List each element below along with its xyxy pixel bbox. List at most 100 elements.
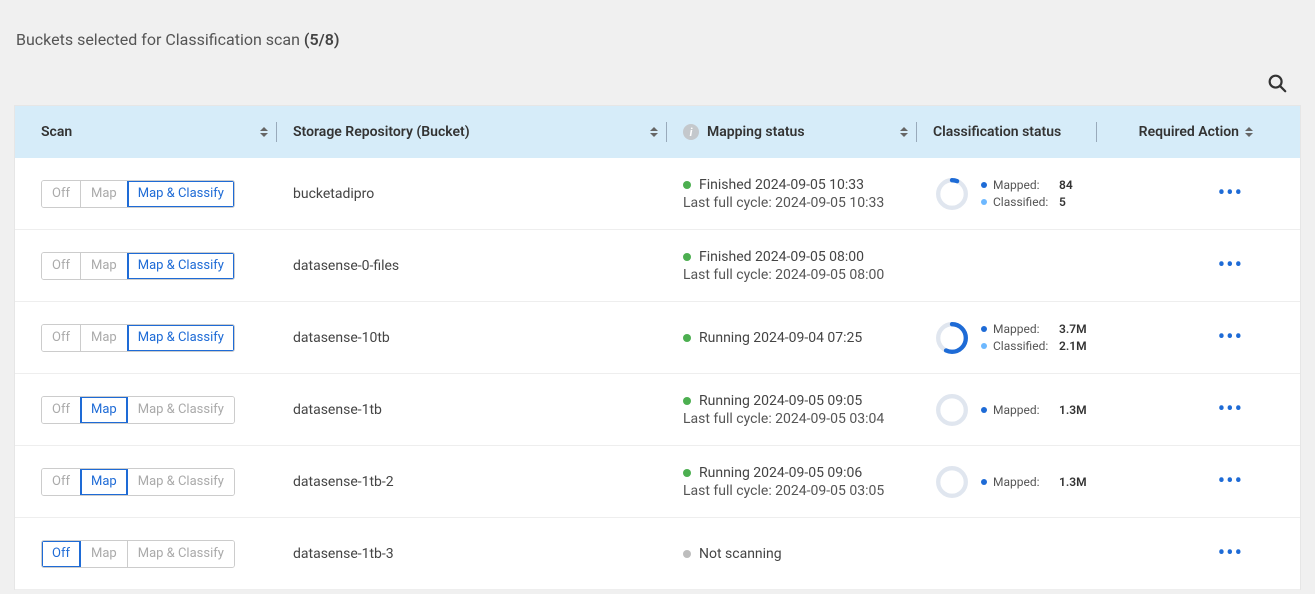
scan-mode-map_classify[interactable]: Map & Classify <box>128 325 234 351</box>
scan-mode-off[interactable]: Off <box>42 397 81 423</box>
th-scan-label: Scan <box>41 124 72 140</box>
bucket-name: datasense-10tb <box>293 330 390 346</box>
scan-mode-off[interactable]: Off <box>42 181 81 207</box>
cell-mapping-status: Not scanning <box>675 546 925 562</box>
last-full-cycle: Last full cycle: 2024-09-05 10:33 <box>683 195 884 211</box>
more-actions-button[interactable]: ••• <box>1214 179 1247 209</box>
th-scan[interactable]: Scan <box>15 106 285 158</box>
dot-icon <box>981 199 987 205</box>
scan-mode-off[interactable]: Off <box>42 469 81 495</box>
info-icon[interactable]: i <box>683 124 699 140</box>
scan-mode-map[interactable]: Map <box>81 181 128 207</box>
sort-icon[interactable] <box>650 125 658 139</box>
scan-mode-map[interactable]: Map <box>81 253 128 279</box>
cell-scan: OffMapMap & Classify <box>15 468 285 496</box>
bucket-name: datasense-1tb-2 <box>293 474 394 490</box>
mapping-status-line: Running 2024-09-05 09:06 <box>683 465 884 481</box>
classification-cell: Mapped: 84 Classified: 5 <box>933 175 1073 213</box>
dot-icon <box>981 182 987 188</box>
cell-required-action: ••• <box>1105 467 1265 497</box>
cell-scan: OffMapMap & Classify <box>15 252 285 280</box>
stat-mapped: Mapped: 1.3M <box>981 403 1087 417</box>
dot-icon <box>981 479 987 485</box>
scan-mode-map_classify[interactable]: Map & Classify <box>128 541 234 567</box>
th-required-action[interactable]: Required Action <box>1105 106 1265 158</box>
dot-icon <box>981 326 987 332</box>
th-mapping-label: Mapping status <box>707 124 805 140</box>
scan-mode-map_classify[interactable]: Map & Classify <box>128 253 234 279</box>
last-full-cycle: Last full cycle: 2024-09-05 03:04 <box>683 411 884 427</box>
table-row: OffMapMap & Classify datasense-10tb Runn… <box>15 302 1300 374</box>
scan-mode-map[interactable]: Map <box>81 325 128 351</box>
table-row: OffMapMap & Classify datasense-1tb-2 Run… <box>15 446 1300 518</box>
th-repo[interactable]: Storage Repository (Bucket) <box>285 106 675 158</box>
more-actions-button[interactable]: ••• <box>1214 539 1247 569</box>
buckets-table: Scan Storage Repository (Bucket) i Mappi… <box>14 105 1301 590</box>
stat-value: 2.1M <box>1059 339 1087 353</box>
cell-required-action: ••• <box>1105 251 1265 281</box>
more-actions-button[interactable]: ••• <box>1214 395 1247 425</box>
sort-icon[interactable] <box>900 125 908 139</box>
mapping-status-text: Running 2024-09-04 07:25 <box>699 330 862 346</box>
scan-mode-map_classify[interactable]: Map & Classify <box>128 397 234 423</box>
scan-mode-map_classify[interactable]: Map & Classify <box>128 469 234 495</box>
scan-mode-segmented: OffMapMap & Classify <box>41 324 235 352</box>
dot-icon <box>981 343 987 349</box>
more-actions-button[interactable]: ••• <box>1214 467 1247 497</box>
scan-mode-segmented: OffMapMap & Classify <box>41 540 235 568</box>
scan-mode-off[interactable]: Off <box>42 325 81 351</box>
th-mapping-status[interactable]: i Mapping status <box>675 106 925 158</box>
stat-classified: Classified: 5 <box>981 195 1073 209</box>
stat-value: 84 <box>1059 178 1073 192</box>
status-dot <box>683 334 691 342</box>
mapping-status-text: Running 2024-09-05 09:06 <box>699 465 862 481</box>
cell-classification-status: Mapped: 84 Classified: 5 <box>925 175 1105 213</box>
bucket-name: datasense-1tb-3 <box>293 546 394 562</box>
scan-mode-segmented: OffMapMap & Classify <box>41 252 235 280</box>
more-actions-button[interactable]: ••• <box>1214 323 1247 353</box>
cell-classification-status: Mapped: 1.3M <box>925 391 1105 429</box>
table-row: OffMapMap & Classify datasense-0-files F… <box>15 230 1300 302</box>
scan-mode-off[interactable]: Off <box>42 253 81 279</box>
stat-mapped: Mapped: 84 <box>981 178 1073 192</box>
mapping-status-line: Running 2024-09-05 09:05 <box>683 393 884 409</box>
cell-scan: OffMapMap & Classify <box>15 396 285 424</box>
status-dot <box>683 397 691 405</box>
stat-value: 1.3M <box>1059 403 1087 417</box>
mapping-status-text: Not scanning <box>699 546 782 562</box>
stat-classified: Classified: 2.1M <box>981 339 1087 353</box>
cell-bucket: datasense-1tb-3 <box>285 546 675 562</box>
scan-mode-map[interactable]: Map <box>81 469 128 495</box>
stat-label: Mapped: <box>993 322 1053 336</box>
scan-mode-off[interactable]: Off <box>42 541 81 567</box>
cell-scan: OffMapMap & Classify <box>15 324 285 352</box>
bucket-name: bucketadipro <box>293 186 374 202</box>
th-class-label: Classification status <box>933 124 1061 140</box>
title-count: (5/8) <box>304 30 340 49</box>
cell-mapping-status: Finished 2024-09-05 08:00 Last full cycl… <box>675 249 925 283</box>
sort-icon[interactable] <box>1245 125 1253 139</box>
mapping-status-line: Finished 2024-09-05 08:00 <box>683 249 884 265</box>
cell-classification-status: Mapped: 3.7M Classified: 2.1M <box>925 319 1105 357</box>
stat-mapped: Mapped: 1.3M <box>981 475 1087 489</box>
col-divider <box>276 122 277 142</box>
status-dot <box>683 469 691 477</box>
scan-mode-map_classify[interactable]: Map & Classify <box>128 181 234 207</box>
sort-icon[interactable] <box>260 125 268 139</box>
scan-mode-map[interactable]: Map <box>81 541 128 567</box>
status-dot <box>683 181 691 189</box>
mapping-status-line: Running 2024-09-04 07:25 <box>683 330 862 346</box>
more-actions-button[interactable]: ••• <box>1214 251 1247 281</box>
stat-value: 1.3M <box>1059 475 1087 489</box>
table-toolbar <box>14 61 1301 105</box>
scan-mode-map[interactable]: Map <box>81 397 128 423</box>
stat-value: 5 <box>1059 195 1066 209</box>
mapping-status-text: Running 2024-09-05 09:05 <box>699 393 862 409</box>
stat-label: Mapped: <box>993 178 1053 192</box>
search-icon[interactable] <box>1261 67 1293 99</box>
status-dot <box>683 550 691 558</box>
status-dot <box>683 253 691 261</box>
cell-mapping-status: Running 2024-09-05 09:05 Last full cycle… <box>675 393 925 427</box>
dot-icon <box>981 407 987 413</box>
stat-label: Mapped: <box>993 403 1053 417</box>
